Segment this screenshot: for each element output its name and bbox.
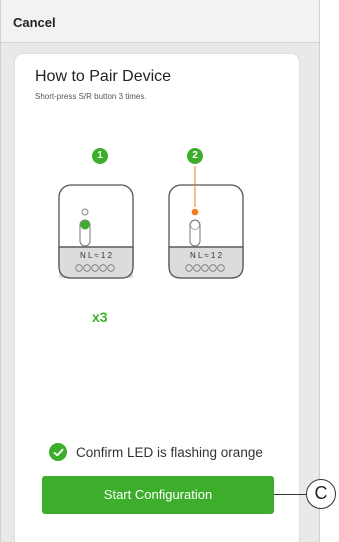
confirm-row: Confirm LED is flashing orange (49, 442, 263, 462)
check-circle-icon (49, 443, 67, 461)
device-1-led (80, 220, 90, 230)
device-1-terminal-labels: N L ≈ 1 2 (80, 251, 113, 260)
device-1-illustration: N L ≈ 1 2 (58, 184, 134, 279)
header-bar: Cancel (1, 0, 319, 43)
cancel-button[interactable]: Cancel (13, 15, 56, 30)
callout-line (274, 494, 306, 495)
device-2-terminal-labels: N L ≈ 1 2 (190, 251, 223, 260)
press-count-label: x3 (92, 309, 108, 325)
start-configuration-button[interactable]: Start Configuration (42, 476, 274, 514)
phone-screen: Cancel How to Pair Device Short-press S/… (0, 0, 320, 542)
pairing-card: How to Pair Device Short-press S/R butto… (15, 54, 299, 542)
confirm-text: Confirm LED is flashing orange (76, 444, 263, 460)
device-diagram: N L ≈ 1 2 N L ≈ 1 2 (58, 166, 244, 279)
device-2-illustration: N L ≈ 1 2 (168, 166, 244, 279)
device-2-led (191, 208, 199, 216)
callout-c-marker: C (306, 479, 336, 509)
